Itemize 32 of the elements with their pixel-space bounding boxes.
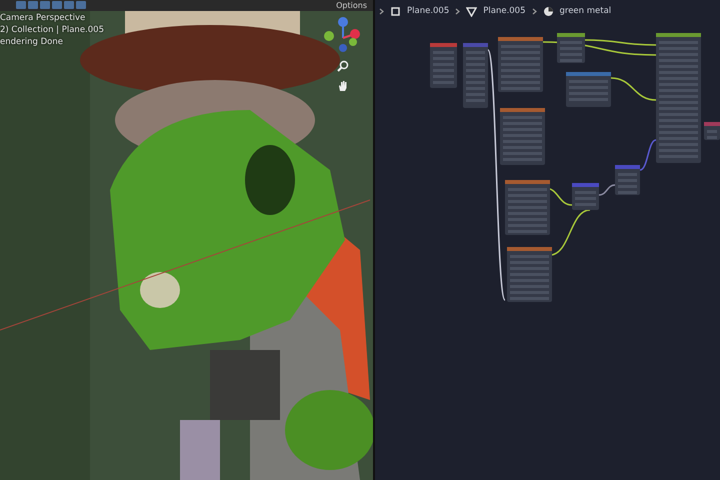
breadcrumb-item[interactable]: green metal	[560, 4, 612, 18]
shader-node[interactable]	[557, 33, 585, 63]
chevron-icon	[532, 8, 536, 14]
node-link	[550, 209, 590, 256]
shader-node[interactable]	[463, 43, 488, 108]
node-link	[598, 184, 616, 196]
object-icon	[390, 6, 401, 16]
shader-node[interactable]	[615, 165, 640, 195]
shader-node[interactable]	[507, 247, 552, 302]
shader-node[interactable]	[656, 33, 701, 163]
shader-node[interactable]	[498, 37, 543, 92]
breadcrumb-item[interactable]: Plane.005	[407, 4, 450, 18]
viewport-info-text: 2) Collection | Plane.005	[0, 24, 104, 36]
shader-node[interactable]	[566, 72, 611, 107]
axis-gizmo-icon[interactable]	[323, 16, 363, 52]
zoom-icon[interactable]	[337, 60, 349, 72]
hand-icon[interactable]	[337, 80, 349, 92]
shader-node[interactable]	[572, 183, 599, 210]
viewport-info-text: endering Done	[0, 36, 64, 48]
shader-node[interactable]	[500, 108, 545, 165]
shader-node[interactable]	[704, 122, 720, 140]
shader-node[interactable]	[505, 180, 550, 235]
options-dropdown[interactable]: Options	[336, 0, 367, 11]
viewport-info-text: Camera Perspective	[0, 12, 86, 24]
shader-node[interactable]	[430, 43, 457, 88]
node-link	[610, 77, 656, 101]
sphere-icon	[542, 6, 554, 16]
breadcrumb-item[interactable]: Plane.005	[483, 4, 526, 18]
chevron-icon	[455, 8, 460, 14]
triangle-icon	[466, 6, 478, 16]
chevron-icon	[379, 8, 384, 14]
node-link	[640, 139, 656, 171]
